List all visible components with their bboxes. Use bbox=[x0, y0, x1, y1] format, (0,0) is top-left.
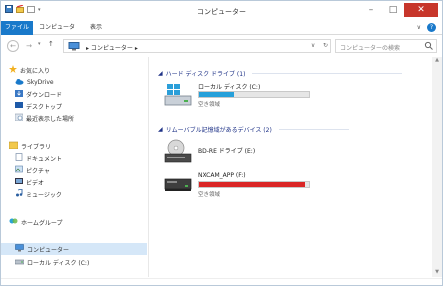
drive-item-c[interactable]: ローカル ディスク (C:) 空き領域 bbox=[164, 81, 324, 115]
scroll-up-button[interactable]: ▲ bbox=[432, 57, 442, 65]
nav-computer[interactable]: コンピューター bbox=[1, 243, 147, 255]
nav-item-desktop[interactable]: デスクトップ bbox=[15, 101, 62, 111]
drive-usage-fill bbox=[199, 182, 305, 187]
nav-item-label: 最近表示した場所 bbox=[26, 115, 75, 123]
ribbon-expand-icon[interactable]: ∨ bbox=[417, 24, 421, 31]
up-button[interactable]: ↑ bbox=[48, 40, 54, 48]
group-removable-devices[interactable]: ◢ リムーバブル記憶域があるデバイス (2) bbox=[158, 125, 349, 134]
drive-name: BD-RE ドライブ (E:) bbox=[198, 148, 256, 155]
nav-libraries-label: ライブラリ bbox=[21, 143, 52, 151]
drive-name: ローカル ディスク (C:) bbox=[198, 84, 261, 91]
content-pane: ◢ ハード ディスク ドライブ (1) ローカル ディスク (C:) 空き領域 bbox=[150, 57, 432, 277]
nav-computer-label: コンピューター bbox=[27, 246, 70, 254]
nav-item-recent-places[interactable]: 最近表示した場所 bbox=[14, 113, 75, 123]
explorer-window: ▾ コンピューター – □ ✕ ファイル コンピュータ 表示 ∨ ? ← → ▾… bbox=[0, 0, 443, 286]
status-bar bbox=[1, 278, 442, 286]
desktop-icon bbox=[15, 101, 23, 111]
collapse-icon[interactable]: ◢ bbox=[158, 126, 163, 133]
nav-item-label: ビデオ bbox=[26, 179, 45, 187]
drive-usage-bar bbox=[198, 181, 310, 188]
address-bar[interactable]: ▸ コンピューター ▸ ∨ ↻ bbox=[63, 39, 331, 53]
homegroup-icon bbox=[9, 217, 18, 227]
minimize-button[interactable]: – bbox=[360, 3, 382, 17]
nav-item-label: ミュージック bbox=[26, 191, 62, 199]
nav-item-downloads[interactable]: ダウンロード bbox=[15, 89, 62, 99]
refresh-icon[interactable]: ↻ bbox=[323, 42, 328, 49]
group-divider bbox=[278, 129, 349, 130]
tab-view[interactable]: 表示 bbox=[81, 21, 111, 35]
nav-item-label: ピクチャ bbox=[26, 167, 50, 175]
nav-item-pictures[interactable]: ピクチャ bbox=[15, 165, 50, 175]
drive-icon bbox=[14, 258, 25, 267]
search-placeholder: コンピューターの検索 bbox=[340, 45, 401, 52]
computer-icon bbox=[68, 42, 80, 53]
nav-homegroup[interactable]: ホームグループ bbox=[9, 217, 62, 227]
title-bar: ▾ コンピューター – □ ✕ bbox=[1, 1, 442, 21]
address-dropdown-icon[interactable]: ∨ bbox=[311, 42, 315, 49]
nav-item-label: ローカル ディスク (C:) bbox=[27, 259, 90, 267]
video-icon bbox=[15, 177, 23, 187]
maximize-button[interactable]: □ bbox=[382, 3, 404, 17]
nav-item-local-disk[interactable]: ローカル ディスク (C:) bbox=[14, 257, 90, 267]
drive-name: NXCAM_APP (F:) bbox=[198, 172, 246, 179]
address-path: ▸ コンピューター ▸ bbox=[86, 45, 138, 52]
music-icon bbox=[15, 188, 23, 199]
nav-item-music[interactable]: ミュージック bbox=[15, 188, 62, 199]
nav-item-videos[interactable]: ビデオ bbox=[15, 177, 44, 187]
scroll-down-button[interactable]: ▼ bbox=[432, 269, 442, 277]
recent-locations-icon[interactable]: ▾ bbox=[38, 41, 41, 47]
drive-usage-fill bbox=[199, 92, 235, 97]
vertical-scrollbar[interactable]: ▲ ▼ bbox=[432, 57, 442, 277]
star-icon bbox=[9, 65, 17, 75]
group-label: ハード ディスク ドライブ (1) bbox=[165, 71, 246, 78]
help-icon[interactable]: ? bbox=[427, 23, 436, 32]
navigation-pane: お気に入り SkyDrive ダウンロード デスクトップ 最近表示した場所 ライ… bbox=[1, 57, 149, 277]
download-folder-icon bbox=[15, 89, 23, 99]
cloud-icon bbox=[15, 78, 24, 87]
bd-drive-icon bbox=[164, 139, 192, 167]
computer-icon bbox=[15, 244, 24, 254]
address-row: ← → ▾ ↑ ▸ コンピューター ▸ ∨ ↻ コンピューターの検索 bbox=[1, 36, 442, 56]
nav-item-label: SkyDrive bbox=[27, 78, 54, 86]
nav-libraries[interactable]: ライブラリ bbox=[8, 141, 52, 151]
nav-favorites-label: お気に入り bbox=[20, 67, 51, 75]
library-icon bbox=[8, 141, 19, 151]
group-label: リムーバブル記憶域があるデバイス (2) bbox=[165, 127, 272, 134]
pictures-icon bbox=[15, 165, 23, 175]
forward-button[interactable]: → bbox=[23, 40, 35, 52]
nav-item-label: ドキュメント bbox=[26, 155, 63, 163]
nav-item-skydrive[interactable]: SkyDrive bbox=[15, 77, 54, 87]
search-input[interactable]: コンピューターの検索 bbox=[335, 39, 437, 53]
nav-item-documents[interactable]: ドキュメント bbox=[15, 153, 62, 163]
nav-item-label: デスクトップ bbox=[26, 103, 63, 111]
drive-free-space: 空き領域 bbox=[198, 102, 221, 108]
search-icon bbox=[424, 41, 433, 52]
collapse-icon[interactable]: ◢ bbox=[158, 70, 163, 77]
close-button[interactable]: ✕ bbox=[404, 3, 438, 17]
documents-icon bbox=[15, 153, 23, 163]
tab-computer[interactable]: コンピュータ bbox=[37, 21, 77, 35]
recent-places-icon bbox=[14, 113, 24, 123]
nav-favorites[interactable]: お気に入り bbox=[9, 65, 50, 75]
drive-item-e[interactable]: BD-RE ドライブ (E:) bbox=[164, 137, 324, 171]
ribbon-tabs: ファイル コンピュータ 表示 ∨ ? bbox=[1, 21, 442, 35]
drive-item-f[interactable]: NXCAM_APP (F:) 空き領域 bbox=[164, 171, 324, 205]
tab-file[interactable]: ファイル bbox=[1, 21, 33, 35]
removable-drive-icon bbox=[164, 173, 192, 201]
address-controls: ∨ ↻ bbox=[311, 42, 328, 49]
drive-free-space: 空き領域 bbox=[198, 192, 221, 198]
drive-usage-bar bbox=[198, 91, 310, 98]
nav-homegroup-label: ホームグループ bbox=[21, 219, 63, 227]
nav-item-label: ダウンロード bbox=[26, 91, 63, 99]
windows-drive-icon bbox=[164, 83, 192, 111]
back-button[interactable]: ← bbox=[7, 40, 19, 52]
group-hard-disk-drives[interactable]: ◢ ハード ディスク ドライブ (1) bbox=[158, 69, 403, 78]
group-divider bbox=[252, 73, 403, 74]
